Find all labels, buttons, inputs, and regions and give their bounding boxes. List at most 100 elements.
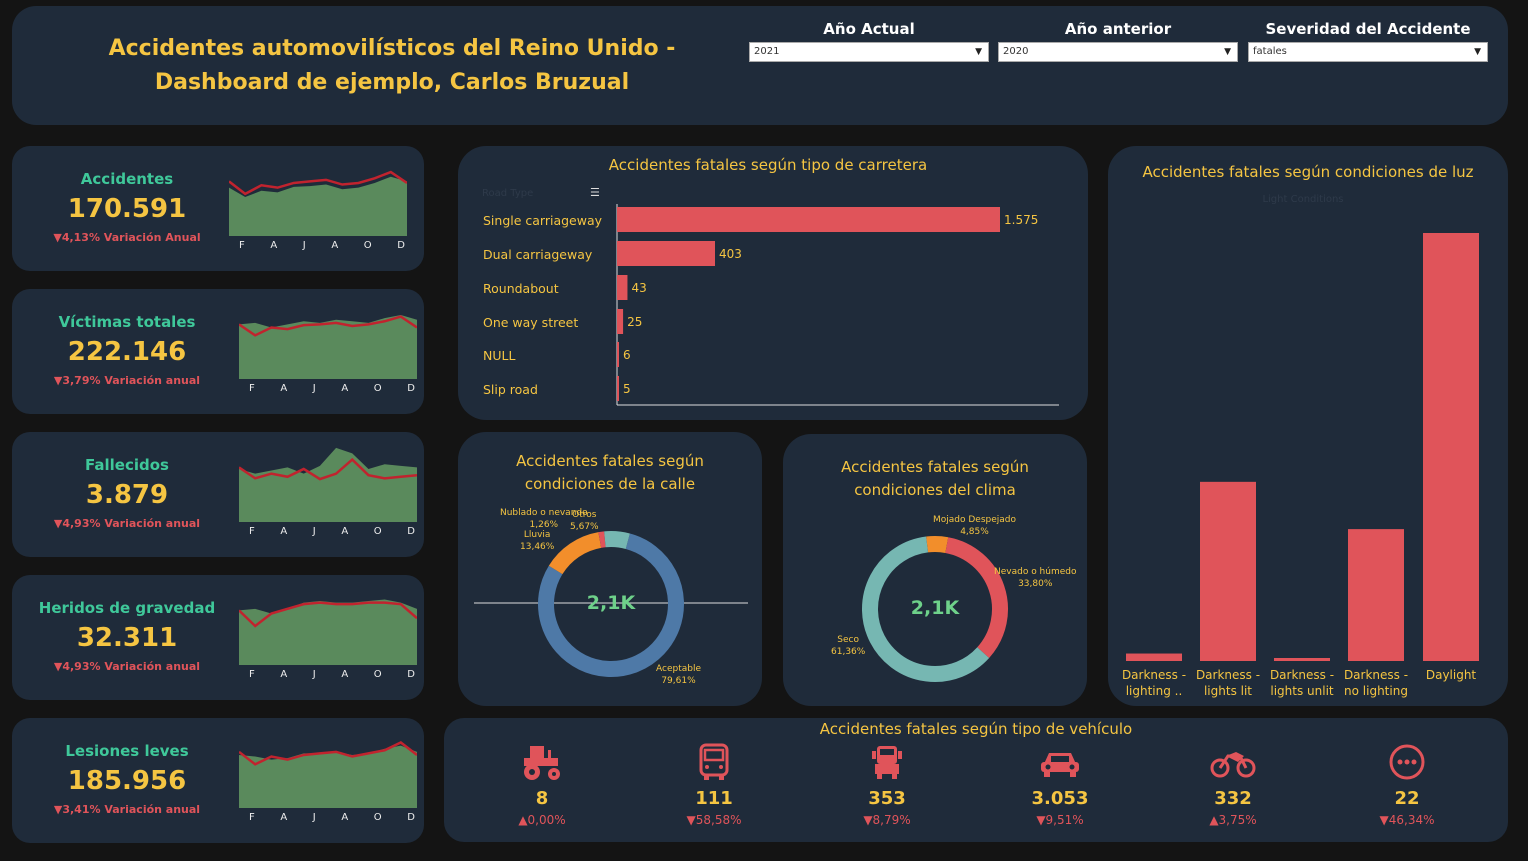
vehicle-item: 8 ▲0,00% (482, 742, 602, 827)
month-tick: O (373, 526, 382, 537)
slice-pct: 4,85% (960, 527, 989, 537)
light-bar (1423, 233, 1479, 661)
vehicle-count: 22 (1394, 788, 1420, 809)
previous-year-select[interactable]: 2020 ▼ (998, 42, 1238, 62)
vehicle-chart-title: Accidentes fatales según tipo de vehícul… (819, 720, 1133, 738)
month-tick: O (373, 812, 382, 823)
select-value: 2020 (1003, 46, 1029, 57)
dashboard-title: Accidentes automovilísticos del Reino Un… (108, 36, 676, 95)
vehicle-variation: ▲3,75% (1209, 813, 1257, 827)
kpi-sparkline (239, 315, 417, 379)
slice-name: Otros (572, 510, 597, 520)
light-bar (1274, 658, 1330, 661)
vehicle-item: 353 ▼8,79% (827, 742, 947, 827)
month-tick: O (373, 669, 382, 680)
motorcycle-icon (1173, 742, 1293, 782)
vehicle-count: 111 (695, 788, 733, 809)
kpi-variation: ▼4,93% Variación anual (53, 660, 201, 673)
month-tick: D (407, 669, 415, 680)
road-bar-value: 25 (627, 315, 642, 329)
road-category-label: Dual carriageway (483, 247, 593, 262)
month-tick: D (397, 240, 405, 251)
slice-name: Seco (837, 635, 860, 645)
month-tick: F (239, 240, 245, 251)
slice-label-lluvia: Lluvia 13,46% (520, 529, 554, 553)
tractor-icon (482, 742, 602, 782)
vehicle-variation: ▼58,58% (686, 813, 742, 827)
month-axis: FAJAOD (249, 669, 415, 680)
road-category-label: Single carriageway (483, 213, 603, 228)
light-conditions-panel: Accidentes fatales según condiciones de … (1108, 146, 1508, 706)
kpi-card: Lesiones leves 185.956 ▼3,41% Variación an… (12, 718, 424, 843)
vehicle-item: 111 ▼58,58% (654, 742, 774, 827)
road-bar (617, 342, 619, 367)
road-bar (617, 309, 624, 334)
month-tick: D (407, 812, 415, 823)
current-year-select[interactable]: 2021 ▼ (749, 42, 989, 62)
more-icon (1347, 742, 1467, 782)
light-bar (1126, 653, 1182, 661)
severity-select[interactable]: fatales ▼ (1248, 42, 1488, 62)
vehicle-count: 332 (1214, 788, 1252, 809)
slice-label-otros: Otros 5,67% (570, 509, 599, 533)
light-category-label: Darkness - lighting .. (1121, 668, 1187, 698)
street-donut-chart (474, 531, 748, 677)
month-tick: O (363, 240, 372, 251)
kpi-card: Heridos de gravedad 32.311 ▼4,93% Variació… (12, 575, 424, 700)
vehicle-variation: ▼9,51% (1036, 813, 1084, 827)
road-bar-value: 6 (623, 348, 631, 362)
vehicle-count: 353 (868, 788, 906, 809)
slice-label-mojado: Mojado Despejado 4,85% (933, 514, 1016, 538)
filter-severity: Severidad del Accidente fatales ▼ (1248, 20, 1488, 62)
kpi-card: Fallecidos 3.879 ▼4,93% Variación anual F A J… (12, 432, 424, 557)
slice-label-nevado: Nevado o húmedo 33,80% (994, 566, 1077, 590)
vehicle-count: 8 (535, 788, 549, 809)
truck-icon (827, 742, 947, 782)
month-tick: A (341, 669, 349, 680)
month-tick: F (249, 383, 255, 394)
filter-label: Año Actual (823, 20, 915, 38)
road-bar-value: 43 (631, 281, 646, 295)
kpi-variation: ▼3,79% Variación anual (53, 374, 201, 387)
month-tick: D (407, 526, 415, 537)
slice-pct: 13,46% (520, 542, 555, 552)
bus-icon (654, 742, 774, 782)
weather-center-total: 2,1K (910, 597, 960, 619)
kpi-card: Víctimas totales 222.146 ▼3,79% Variación … (12, 289, 424, 414)
slice-name: Mojado Despejado (933, 515, 1017, 525)
donut-slice (598, 531, 606, 548)
month-tick: A (341, 812, 349, 823)
kpi-sparkline (239, 741, 417, 808)
donut-slice (926, 536, 949, 553)
light-category-label: Darkness - lights lit (1195, 668, 1261, 698)
light-category-label: Darkness - no lighting (1343, 668, 1409, 698)
kpi-value: 170.591 (67, 194, 187, 224)
month-axis: FAJAOD (249, 812, 415, 823)
light-category-label: Daylight (1425, 668, 1477, 682)
month-tick: A (270, 240, 278, 251)
road-bar (617, 275, 628, 300)
kpi-label: Accidentes (80, 170, 174, 188)
slice-pct: 61,36% (831, 647, 866, 657)
slice-pct: 5,67% (570, 522, 599, 532)
street-conditions-panel: Accidentes fatales según condiciones de … (458, 432, 762, 706)
road-bar (617, 376, 619, 401)
vehicle-variation: ▼46,34% (1379, 813, 1435, 827)
month-tick: F (249, 526, 255, 537)
kpi-sparkline (239, 599, 417, 665)
filter-current-year: Año Actual 2021 ▼ (749, 20, 989, 62)
month-tick: F (249, 812, 255, 823)
road-category-label: One way street (483, 315, 578, 330)
kpi-value: 185.956 (67, 766, 187, 796)
road-bar (617, 241, 715, 266)
kpi-sparkline (229, 170, 407, 236)
vehicle-count: 3.053 (1031, 788, 1089, 809)
month-tick: F (249, 669, 255, 680)
sparkline-area (229, 176, 407, 236)
road-type-panel: Accidentes fatales según tipo de carrete… (458, 146, 1088, 420)
filter-label: Severidad del Accidente (1265, 20, 1471, 38)
kpi-label: Lesiones leves (65, 742, 189, 760)
vehicle-variation: ▼8,79% (863, 813, 911, 827)
kpi-sparkline (239, 447, 417, 522)
kpi-variation: ▼3,41% Variación anual (53, 803, 201, 816)
